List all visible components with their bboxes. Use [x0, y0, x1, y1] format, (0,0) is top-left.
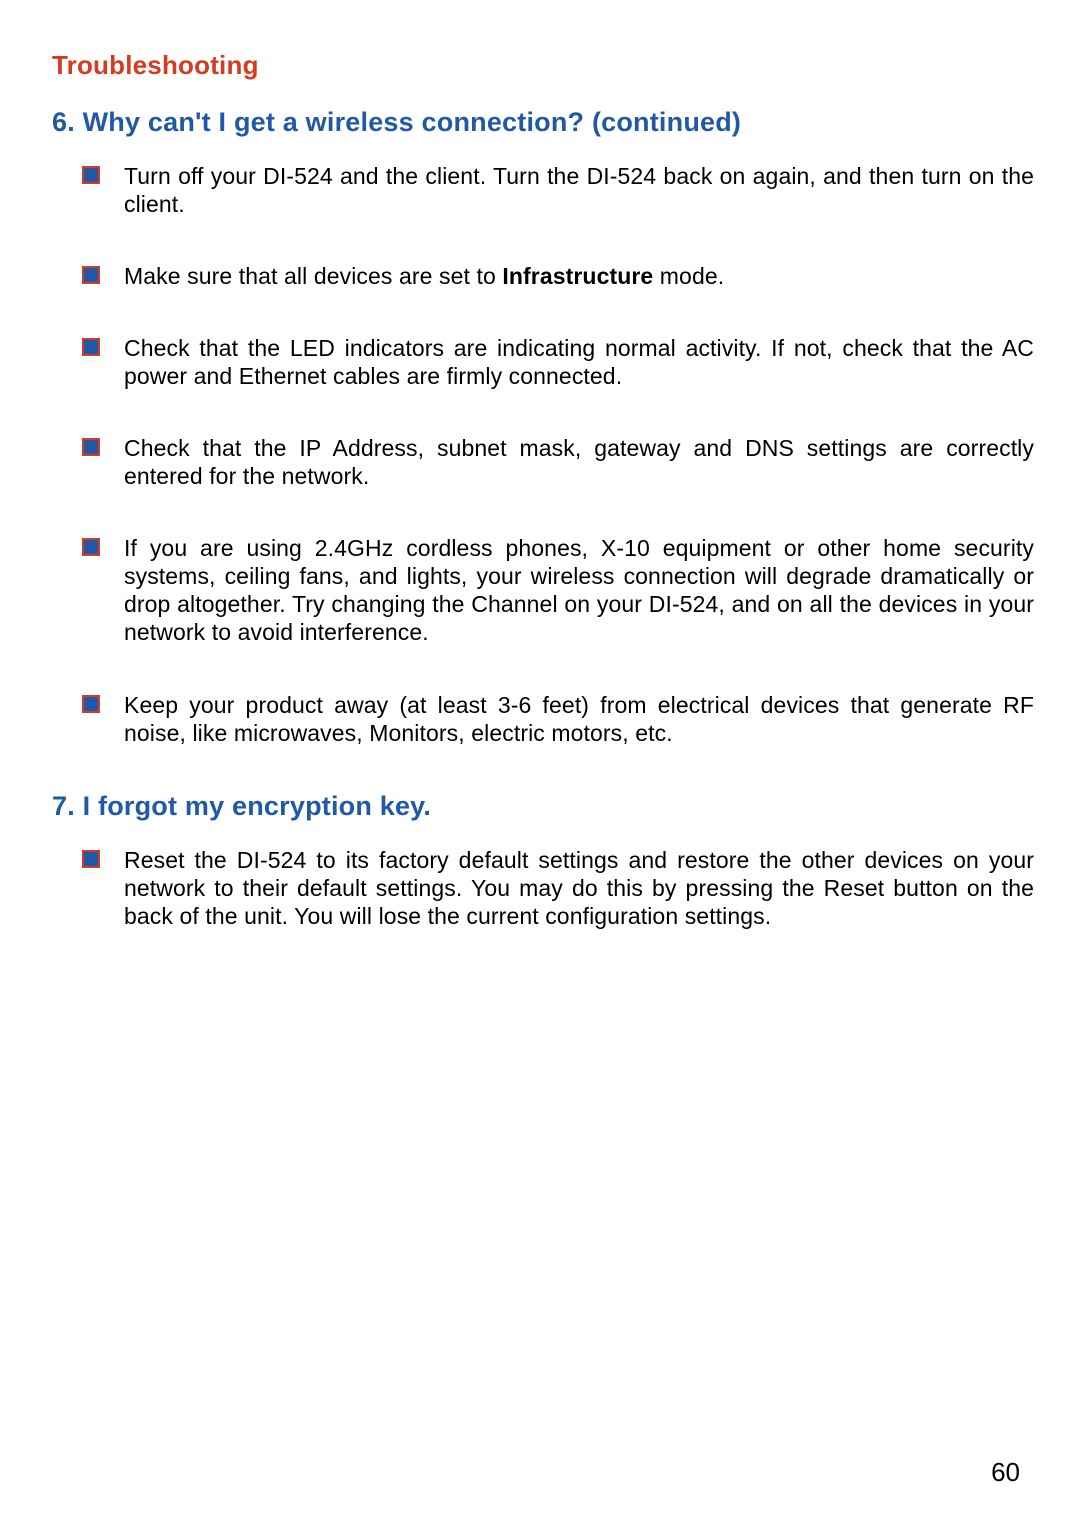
question-7-heading: 7. I forgot my encryption key. — [52, 791, 1034, 822]
list-item: Check that the IP Address, subnet mask, … — [82, 434, 1034, 490]
bullet-icon — [82, 338, 100, 356]
list-item: Check that the LED indicators are indica… — [82, 334, 1034, 390]
page-number: 60 — [991, 1457, 1020, 1488]
bullet-icon — [82, 166, 100, 184]
list-item-text: Reset the DI-524 to its factory default … — [124, 846, 1034, 930]
bullet-icon — [82, 266, 100, 284]
question-6-list: Turn off your DI-524 and the client. Tur… — [82, 162, 1034, 747]
section-title: Troubleshooting — [52, 50, 1034, 81]
list-item-text: Check that the LED indicators are indica… — [124, 334, 1034, 390]
list-item-text: Keep your product away (at least 3-6 fee… — [124, 691, 1034, 747]
list-item: Turn off your DI-524 and the client. Tur… — [82, 162, 1034, 218]
list-item: If you are using 2.4GHz cordless phones,… — [82, 534, 1034, 646]
list-item-text: If you are using 2.4GHz cordless phones,… — [124, 534, 1034, 646]
bullet-icon — [82, 438, 100, 456]
list-item-text: Check that the IP Address, subnet mask, … — [124, 434, 1034, 490]
bullet-icon — [82, 695, 100, 713]
list-item: Reset the DI-524 to its factory default … — [82, 846, 1034, 930]
list-item: Make sure that all devices are set to In… — [82, 262, 1034, 290]
bullet-icon — [82, 538, 100, 556]
list-item: Keep your product away (at least 3-6 fee… — [82, 691, 1034, 747]
document-page: Troubleshooting 6. Why can't I get a wir… — [0, 0, 1080, 1532]
question-6-heading: 6. Why can't I get a wireless connection… — [52, 107, 1034, 138]
list-item-text: Make sure that all devices are set to In… — [124, 262, 1034, 290]
bullet-icon — [82, 850, 100, 868]
list-item-text: Turn off your DI-524 and the client. Tur… — [124, 162, 1034, 218]
question-7-list: Reset the DI-524 to its factory default … — [82, 846, 1034, 930]
